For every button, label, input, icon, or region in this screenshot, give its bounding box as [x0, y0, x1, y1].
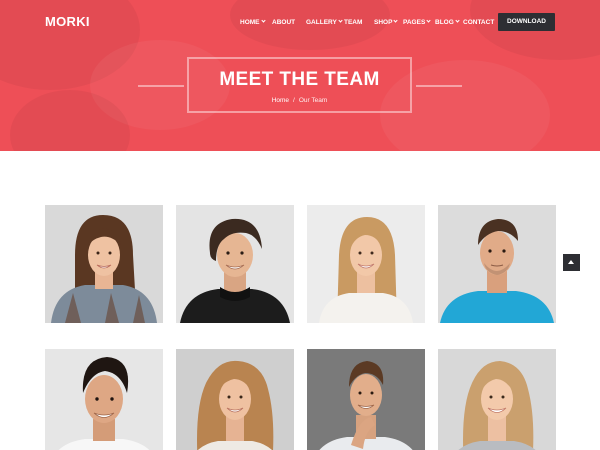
chevron-down-icon [455, 18, 460, 23]
team-member-photo-7[interactable] [307, 349, 425, 450]
team-member-photo-4[interactable] [438, 205, 556, 323]
man-portrait-image [438, 205, 556, 323]
nav-item-blog[interactable]: BLOG [435, 18, 460, 26]
site-logo[interactable]: MORKI [45, 14, 90, 29]
man-portrait-image [45, 349, 163, 450]
breadcrumb: Home / Our Team [189, 97, 410, 104]
title-divider-right [416, 85, 462, 87]
woman-portrait-image [307, 205, 425, 323]
man-portrait-image [307, 349, 425, 450]
download-button[interactable]: DOWNLOAD [498, 13, 555, 31]
breadcrumb-separator: / [293, 97, 295, 104]
chevron-down-icon [260, 18, 266, 23]
woman-portrait-image [176, 349, 294, 450]
nav-item-about[interactable]: ABOUT [272, 19, 295, 26]
breadcrumb-current: Our Team [298, 97, 328, 104]
page-title: MEET THE TEAM [219, 69, 380, 90]
nav-item-team[interactable]: TEAM [344, 19, 362, 26]
team-member-photo-8[interactable] [438, 349, 556, 450]
page-title-box: MEET THE TEAM Home / Our Team [187, 57, 412, 113]
hero-banner: MORKI HOME ABOUT GALLERY TEAM SHOP PAGES… [0, 0, 600, 151]
scroll-to-top-button[interactable] [563, 254, 580, 271]
team-member-photo-6[interactable] [176, 349, 294, 450]
woman-portrait-image [45, 205, 163, 323]
nav-item-gallery[interactable]: GALLERY [306, 18, 343, 26]
title-divider-left [138, 85, 184, 87]
chevron-down-icon [338, 18, 343, 23]
nav-item-contact[interactable]: CONTACT [463, 19, 494, 26]
team-member-photo-1[interactable] [45, 205, 163, 323]
team-member-photo-3[interactable] [307, 205, 425, 323]
nav-item-home[interactable]: HOME [240, 18, 266, 26]
nav-item-shop[interactable]: SHOP [374, 18, 399, 26]
chevron-up-icon [568, 260, 574, 264]
team-member-photo-2[interactable] [176, 205, 294, 323]
chevron-down-icon [393, 18, 399, 23]
breadcrumb-home-link[interactable]: Home [272, 97, 289, 104]
woman-portrait-image [438, 349, 556, 450]
team-member-photo-5[interactable] [45, 349, 163, 450]
nav-item-pages[interactable]: PAGES [403, 18, 431, 26]
chevron-down-icon [426, 18, 431, 23]
man-portrait-image [176, 205, 294, 323]
